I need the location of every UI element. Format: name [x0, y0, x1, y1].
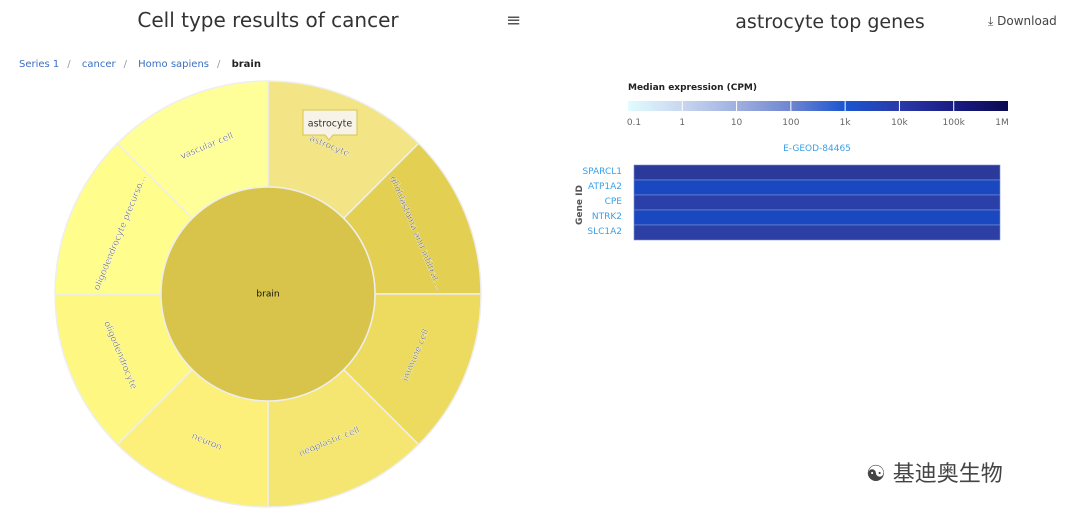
gene-label[interactable]: SPARCL1	[582, 167, 622, 177]
watermark: ☯ 基迪奥生物	[866, 462, 1003, 487]
heatmap	[628, 101, 1008, 241]
legend-tick: 100k	[942, 118, 965, 128]
gene-label[interactable]: SLC1A2	[587, 227, 622, 237]
legend-tick: 1k	[839, 118, 851, 128]
legend-tick: 0.1	[626, 118, 642, 128]
legend-tick: 10	[730, 118, 743, 128]
gene-label[interactable]: ATP1A2	[588, 182, 622, 192]
legend-tick: 10k	[891, 118, 908, 128]
experiment-label[interactable]: E-GEOD-84465	[634, 144, 1000, 154]
heatmap-cell[interactable]	[633, 194, 1001, 211]
y-axis-label: Gene ID	[574, 185, 585, 225]
legend-tick: 1	[679, 118, 686, 128]
gene-label[interactable]: NTRK2	[592, 212, 622, 222]
legend-tick: 1M	[995, 118, 1009, 128]
heatmap-cell[interactable]	[633, 209, 1001, 226]
gene-label[interactable]: CPE	[605, 197, 622, 207]
heatmap-cell[interactable]	[633, 179, 1001, 196]
legend-tick: 100	[782, 118, 800, 128]
heatmap-cell[interactable]	[633, 224, 1001, 241]
color-legend-bar	[628, 101, 1008, 111]
heatmap-cell[interactable]	[633, 164, 1001, 181]
wechat-icon: ☯	[866, 462, 886, 487]
